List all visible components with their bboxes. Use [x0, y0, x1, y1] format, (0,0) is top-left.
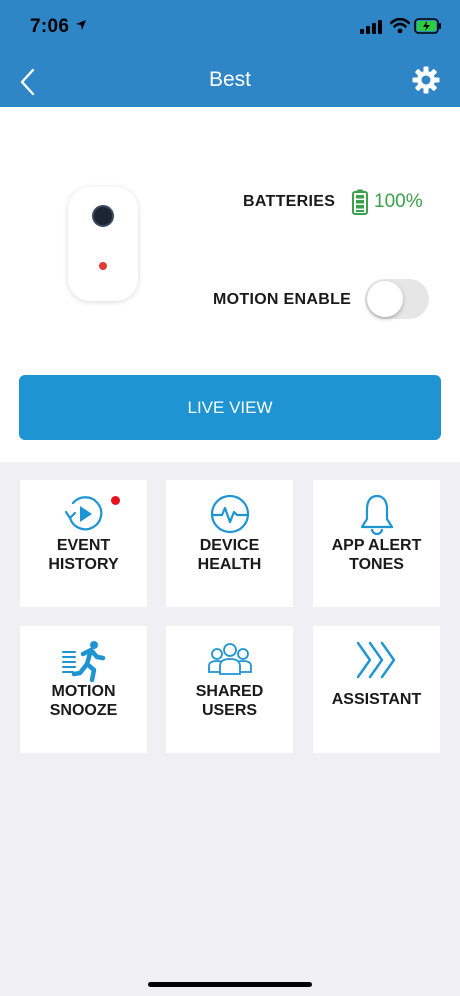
camera-device-image	[68, 187, 138, 301]
notification-badge	[111, 496, 120, 505]
device-health-icon	[210, 494, 249, 534]
live-view-button[interactable]: LIVE VIEW	[19, 375, 441, 440]
tile-assistant[interactable]: ASSISTANT	[313, 626, 440, 753]
status-battery-icon	[414, 18, 441, 34]
motion-enable-toggle[interactable]	[365, 279, 429, 319]
gear-icon[interactable]	[412, 66, 440, 94]
tile-label: APP ALERT TONES	[331, 537, 422, 573]
cellular-signal-icon	[360, 20, 382, 34]
chevrons-right-icon	[356, 641, 395, 679]
bell-icon	[360, 494, 393, 536]
home-indicator[interactable]	[148, 982, 312, 987]
motion-enable-label: MOTION ENABLE	[213, 291, 352, 308]
camera-lens	[92, 205, 114, 227]
tile-label: ASSISTANT	[331, 691, 422, 708]
page-title: Best	[208, 68, 252, 91]
tile-label: DEVICE HEALTH	[197, 537, 262, 573]
status-time: 7:06	[30, 16, 70, 37]
tile-label: EVENT HISTORY	[48, 537, 119, 573]
tile-device-health[interactable]: DEVICE HEALTH	[166, 480, 293, 607]
tile-label: MOTION SNOOZE	[49, 683, 118, 719]
status-bar: 7:06	[0, 0, 460, 50]
camera-led	[99, 262, 107, 270]
battery-percent: 100%	[374, 191, 423, 212]
app-header: 7:06 Best	[0, 0, 460, 107]
toggle-knob	[367, 281, 403, 317]
tile-label: SHARED USERS	[195, 683, 264, 719]
tile-motion-snooze[interactable]: MOTION SNOOZE	[20, 626, 147, 753]
location-arrow-icon	[76, 20, 86, 30]
tile-shared-users[interactable]: SHARED USERS	[166, 626, 293, 753]
wifi-icon	[390, 18, 410, 34]
running-person-icon	[61, 641, 105, 682]
batteries-label: BATTERIES	[243, 193, 336, 210]
event-history-icon	[64, 496, 102, 531]
device-panel: BATTERIES 100% MOTION ENABLE LIVE VIEW	[0, 107, 460, 462]
tile-event-history[interactable]: EVENT HISTORY	[20, 480, 147, 607]
battery-full-icon	[352, 189, 368, 215]
tile-app-alert-tones[interactable]: APP ALERT TONES	[313, 480, 440, 607]
users-icon	[207, 643, 252, 675]
